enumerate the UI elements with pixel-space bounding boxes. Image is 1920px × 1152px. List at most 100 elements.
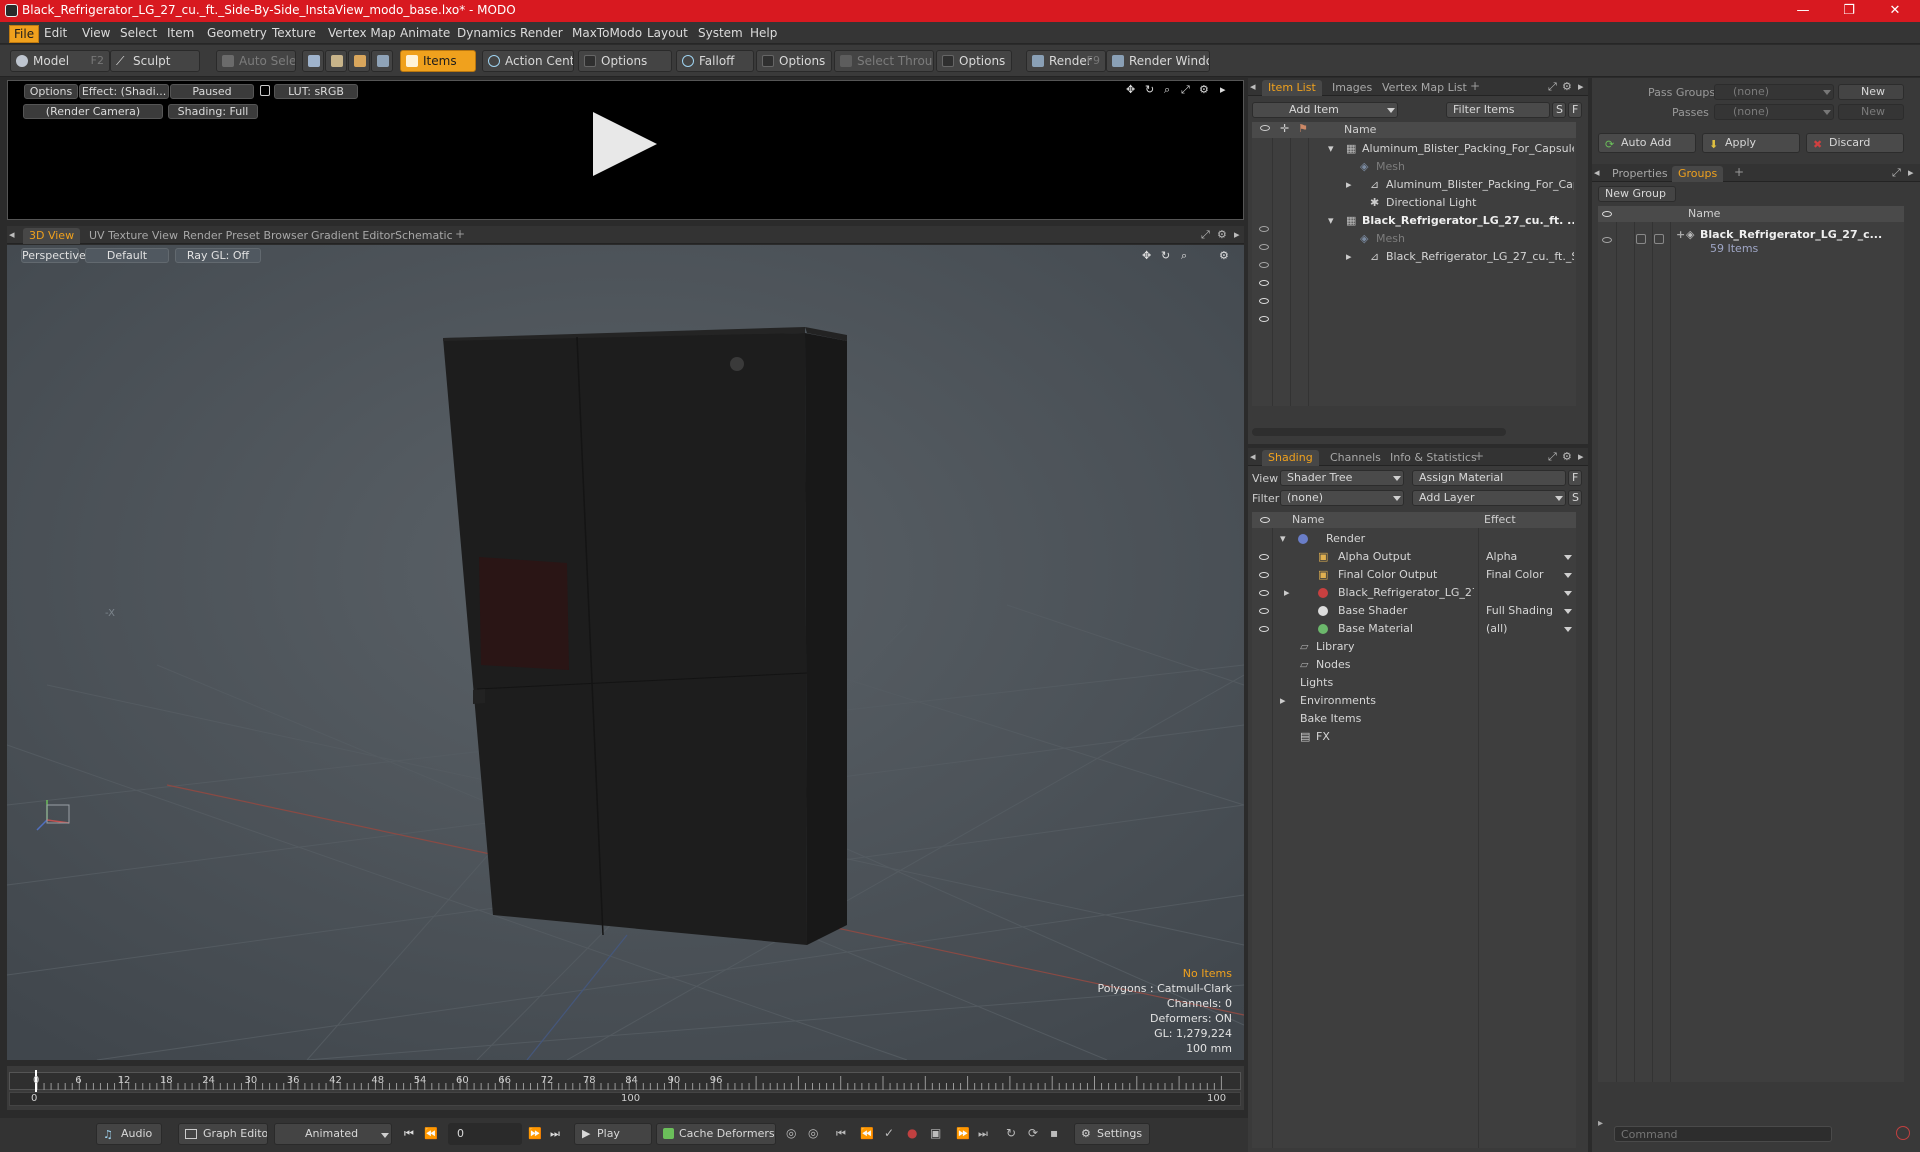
menu-layout[interactable]: Layout [643,25,692,41]
visibility-eye-icon[interactable] [1259,226,1269,232]
menu-select[interactable]: Select [116,25,161,41]
record-macro-icon[interactable] [1896,1126,1910,1140]
tab-properties[interactable]: Properties [1606,166,1674,182]
gear-icon[interactable]: ⚙ [1217,228,1227,241]
sculpt-mode-button[interactable]: ⟋ Sculpt [110,50,200,72]
shader-row-environments[interactable]: ▸ Environments [1274,692,1474,710]
menu-arrow-icon[interactable]: ▸ [1908,166,1914,179]
menu-arrow-icon[interactable]: ▸ [1578,80,1584,93]
menu-dynamics[interactable]: Dynamics [453,25,520,41]
assign-material-button[interactable]: Assign Material [1412,470,1566,486]
shading-style-dropdown[interactable]: Default [85,248,169,263]
base-material-effect-dropdown[interactable]: (all) [1480,620,1576,638]
go-to-start-icon[interactable]: ⏮ [404,1127,414,1141]
menu-render[interactable]: Render [516,25,567,41]
preview-effect-dropdown[interactable]: Effect: (Shadi... [79,84,169,99]
panel-menu-icon[interactable]: ◂ [1250,80,1256,93]
visibility-eye-icon[interactable] [1259,572,1269,578]
polygons-mode-button[interactable] [348,50,370,72]
tab-vertex-map-list[interactable]: Vertex Map List [1376,80,1473,96]
passes-dropdown[interactable]: (none) [1714,104,1834,120]
prev-key-2-icon[interactable]: ⏪ [860,1127,874,1140]
menu-arrow-icon[interactable]: ▸ [1220,83,1226,96]
new-group-button[interactable]: New Group [1598,186,1676,202]
perspective-dropdown[interactable]: Perspective [21,248,86,263]
tab-render-preset-browser[interactable]: Render Preset Browser [177,228,314,244]
add-tab-icon[interactable]: + [1734,165,1744,179]
visibility-eye-icon[interactable] [1259,262,1269,268]
prev-key-icon[interactable]: ⏮ [836,1127,846,1141]
tab-shading[interactable]: Shading [1262,450,1319,466]
tree-row-mesh-2[interactable]: ◈ Mesh [1306,230,1574,248]
render-window-button[interactable]: Render Window [1106,50,1210,72]
expand-icon[interactable]: ⤢ [1548,450,1557,464]
play-button[interactable]: ▶ Play [574,1123,652,1145]
menu-texture[interactable]: Texture [268,25,320,41]
tab-uv-texture-view[interactable]: UV Texture View [83,228,184,244]
gear-icon[interactable]: ⚙ [1199,83,1209,96]
tree-row-mesh-1[interactable]: ◈ Mesh [1306,158,1574,176]
items-mode-button[interactable]: Items [400,50,476,72]
expand-arrow-icon[interactable]: ▸ [1346,248,1352,266]
rotate-icon[interactable]: ↻ [1145,83,1154,96]
falloff-options-button[interactable]: Options [756,50,832,72]
tab-3d-view[interactable]: 3D View [23,228,81,244]
new-pass-button[interactable]: New [1838,104,1904,120]
audio-button[interactable]: ♫ Audio [96,1123,162,1145]
preview-paused-toggle[interactable]: Paused [170,84,254,99]
filter-dropdown[interactable]: (none) [1280,490,1404,506]
add-tab-icon[interactable]: + [1470,79,1480,93]
filter-items-field[interactable]: Filter Items [1446,102,1550,118]
gear-icon[interactable]: ⚙ [1219,249,1229,262]
discard-button[interactable]: ✖ Discard [1806,133,1904,153]
panel-menu-icon[interactable]: ◂ [1250,450,1256,463]
shader-row-refrigerator-material[interactable]: ▸Black_Refrigerator_LG_27 ... [1274,584,1474,602]
zoom-icon[interactable]: ⌕ [1181,249,1187,263]
shading-s-button[interactable]: S [1568,490,1582,506]
preview-shading-dropdown[interactable]: Shading: Full [168,104,258,119]
panel-menu-icon[interactable]: ◂ [1594,166,1600,179]
key-all-icon[interactable]: ◎ [786,1126,796,1140]
collapse-arrow-icon[interactable]: ▾ [1328,140,1334,158]
edges-mode-button[interactable] [325,50,347,72]
command-input[interactable] [1614,1126,1832,1142]
action-center-button[interactable]: Action Center [482,50,574,72]
view-dropdown[interactable]: Shader Tree [1280,470,1404,486]
timeline[interactable]: 0 100 100 0 6 12 18 24 30 36 42 48 54 60 66 72 78 84 90… [7,1066,1244,1110]
close-button[interactable]: ✕ [1872,0,1918,22]
pan-icon[interactable]: ✥ [1142,249,1151,262]
shader-row-library[interactable]: ▱ Library [1274,638,1474,656]
gear-icon[interactable]: ⚙ [1562,80,1572,93]
maximize-button[interactable]: ❐ [1826,0,1872,22]
shading-f-button[interactable]: F [1568,470,1582,486]
visibility-eye-icon[interactable] [1259,608,1269,614]
next-key-icon[interactable]: ⏩ [956,1127,970,1140]
preview-options-button[interactable]: Options [24,84,78,99]
loop-icon[interactable]: ↻ [1006,1126,1016,1140]
shader-row-render[interactable]: ▾ Render [1274,530,1474,548]
shader-row-final-color[interactable]: ▣ Final Color Output [1274,566,1474,584]
raygl-dropdown[interactable]: Ray GL: Off [175,248,261,263]
final-color-effect-dropdown[interactable]: Final Color [1480,566,1576,584]
settings-button[interactable]: ⚙ Settings [1074,1123,1150,1145]
animated-dropdown[interactable]: Animated [274,1123,392,1145]
add-tab-icon[interactable]: + [455,227,465,241]
menu-edit[interactable]: Edit [40,25,71,41]
step-forward-icon[interactable]: ⏩ [528,1127,542,1140]
orbit-icon[interactable]: ↻ [1161,249,1170,262]
tab-channels[interactable]: Channels [1324,450,1387,466]
add-item-dropdown[interactable]: Add Item [1252,102,1398,118]
shader-row-lights[interactable]: Lights [1274,674,1474,692]
alpha-effect-dropdown[interactable]: Alpha [1480,548,1576,566]
menu-file[interactable]: File [9,25,40,43]
visibility-eye-icon[interactable] [1602,237,1612,243]
refrigerator-model[interactable] [443,327,847,945]
auto-add-button[interactable]: ⟳ Auto Add [1598,133,1696,153]
menu-geometry[interactable]: Geometry [203,25,271,41]
current-frame-field[interactable]: 0 [448,1123,522,1145]
tree-row-directional-light[interactable]: ✱ Directional Light [1306,194,1574,212]
menu-help[interactable]: Help [746,25,781,41]
cache-deformers-button[interactable]: Cache Deformers [656,1123,776,1145]
visibility-eye-icon[interactable] [1259,590,1269,596]
expand-arrow-icon[interactable]: ▸ [1280,692,1286,710]
